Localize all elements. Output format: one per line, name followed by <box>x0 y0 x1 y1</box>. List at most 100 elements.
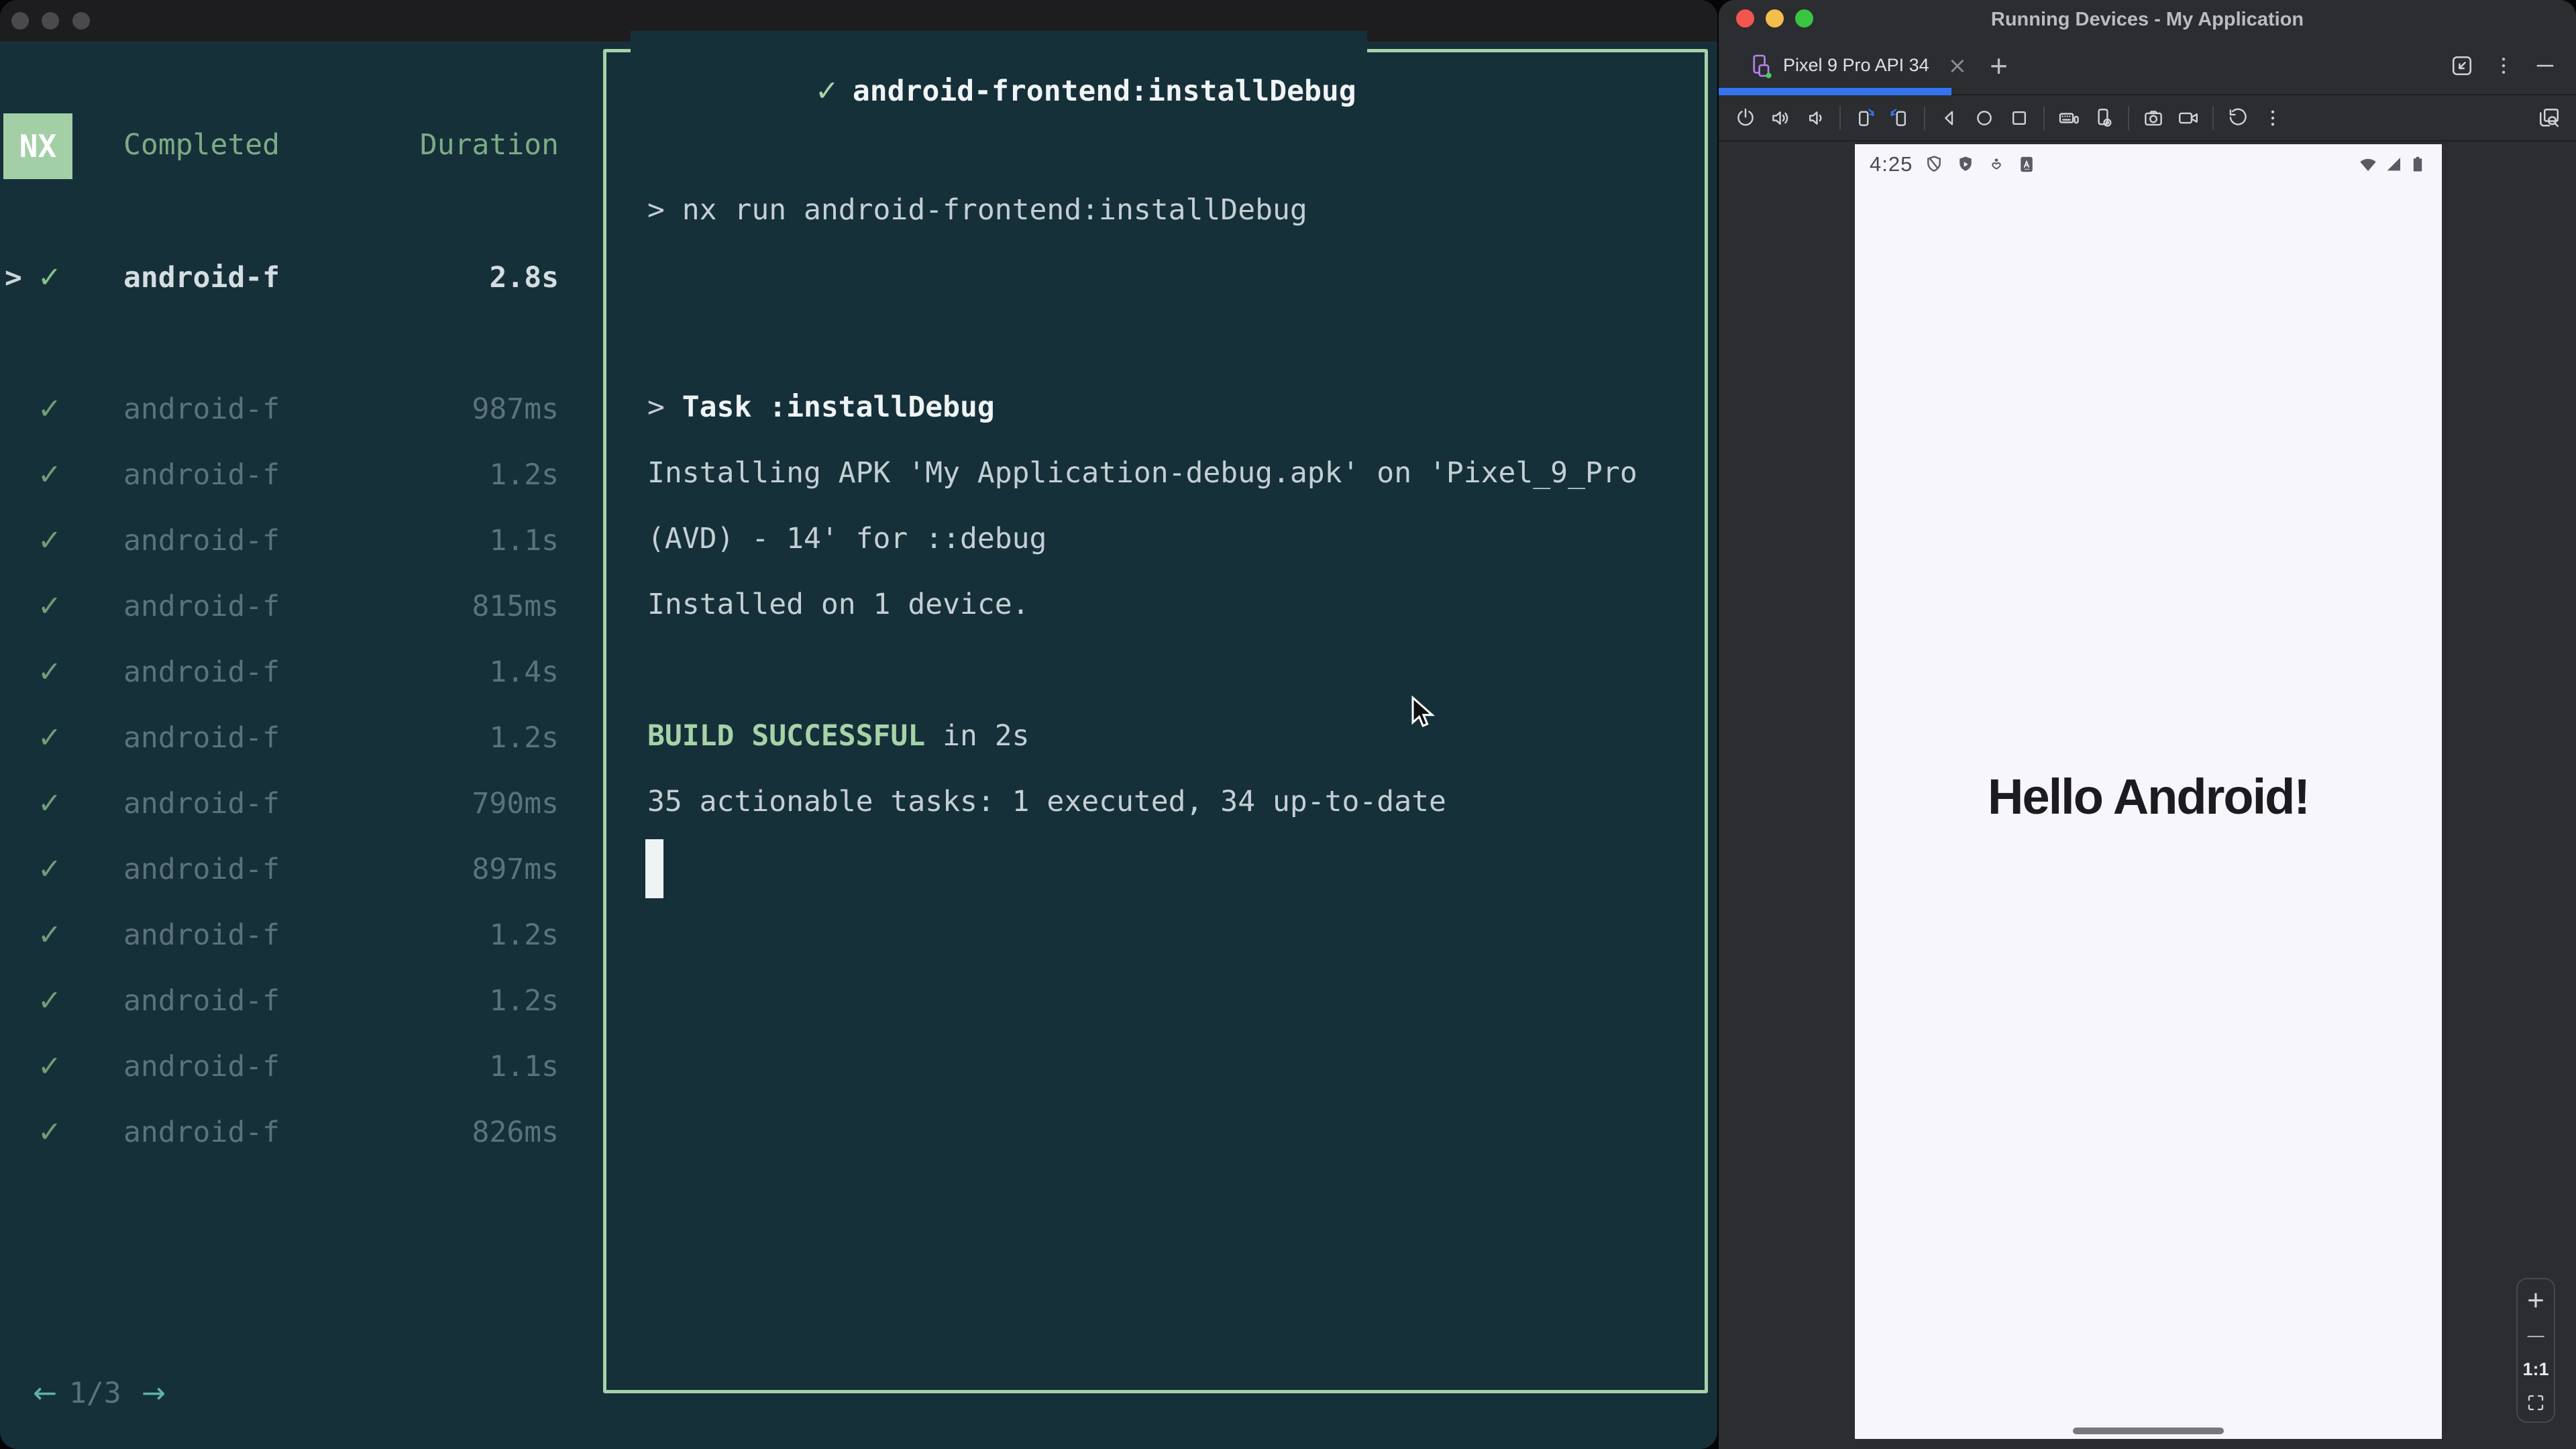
task-duration: 1.1s <box>489 1050 559 1083</box>
task-output-title: ✓ android-frontend:installDebug <box>631 31 1367 108</box>
task-duration: 1.2s <box>489 458 559 492</box>
zoom-controls: + − 1:1 <box>2516 1278 2555 1423</box>
check-icon: ✓ <box>38 1050 62 1083</box>
rotate-left-icon[interactable] <box>1847 95 1882 141</box>
task-row[interactable]: ✓ android-f 790ms <box>0 771 587 837</box>
output-line-installed: Installed on 1 device. <box>647 588 1030 621</box>
new-tab-button[interactable]: + <box>1990 48 2008 84</box>
tab-close-icon[interactable]: × <box>1948 52 1968 79</box>
hello-android-text: Hello Android! <box>1988 769 2310 824</box>
volume-up-icon[interactable] <box>1763 95 1798 141</box>
check-icon: ✓ <box>38 853 62 886</box>
check-icon: ✓ <box>38 261 62 294</box>
zoom-out-button[interactable]: − <box>2524 1323 2547 1350</box>
snapshot-reset-icon[interactable] <box>2220 95 2255 141</box>
zoom-in-button[interactable]: + <box>2527 1286 2544 1316</box>
device-status-bar: 4:25 <box>1855 148 2442 180</box>
task-duration: 1.2s <box>489 984 559 1018</box>
studio-titlebar[interactable]: Running Devices - My Application <box>1719 0 2576 37</box>
home-button-icon[interactable] <box>1967 95 2002 141</box>
task-name: android-f <box>123 261 280 294</box>
column-header-completed: Completed <box>123 128 280 162</box>
actual-size-button[interactable]: 1:1 <box>2522 1359 2548 1380</box>
task-row[interactable]: ✓ android-f 1.2s <box>0 442 587 508</box>
task-name: android-f <box>123 918 280 952</box>
layout-inspector-icon[interactable] <box>2537 106 2576 130</box>
keyboard-layout-icon <box>2017 155 2036 174</box>
check-icon: ✓ <box>38 1116 62 1149</box>
task-name: android-f <box>123 1116 280 1149</box>
terminal-cursor <box>645 839 663 898</box>
gesture-pill[interactable] <box>2073 1428 2224 1434</box>
output-line-command: > nx run android-frontend:installDebug <box>647 193 1307 227</box>
mouse-cursor <box>1407 695 1438 734</box>
task-name: android-f <box>123 655 280 689</box>
task-name: android-f <box>123 524 280 557</box>
task-row[interactable]: ✓ android-f 1.1s <box>0 1034 587 1099</box>
wellbeing-icon <box>1987 155 2006 174</box>
window-close-button[interactable] <box>11 12 29 30</box>
privacy-shield-icon <box>1924 154 1944 174</box>
page-indicator: 1/3 <box>69 1377 121 1410</box>
check-icon: ✓ <box>38 984 62 1018</box>
task-name: android-f <box>123 1050 280 1083</box>
task-duration: 987ms <box>472 392 559 426</box>
task-row[interactable]: ✓ android-f 815ms <box>0 574 587 639</box>
prev-page-arrow[interactable]: ← <box>33 1375 57 1411</box>
device-screen[interactable]: 4:25 Hello Android! <box>1855 144 2442 1439</box>
overview-button-icon[interactable] <box>2002 95 2037 141</box>
task-duration: 1.4s <box>489 655 559 689</box>
task-row[interactable]: ✓ android-f 1.2s <box>0 705 587 771</box>
task-duration: 1.1s <box>489 524 559 557</box>
next-page-arrow[interactable]: → <box>142 1375 166 1411</box>
output-line-task: > Task :installDebug <box>647 390 995 424</box>
window-title: Running Devices - My Application <box>1990 9 2304 30</box>
play-protect-icon <box>1955 154 1976 174</box>
output-line-installing-1: Installing APK 'My Application-debug.apk… <box>647 456 1638 490</box>
task-row[interactable]: ✓ android-f 1.1s <box>0 508 587 574</box>
device-tab-bar: Pixel 9 Pro API 34 × + <box>1719 37 2576 95</box>
task-duration: 1.2s <box>489 721 559 755</box>
device-phone-icon <box>1748 53 1774 78</box>
task-row[interactable]: ✓ android-f 1.2s <box>0 902 587 968</box>
wifi-icon <box>2357 154 2379 175</box>
terminal-window: NX Completed Duration > ✓ android-f 2.8s… <box>0 0 1717 1449</box>
back-button-icon[interactable] <box>1932 95 1967 141</box>
status-time: 4:25 <box>1870 152 1913 176</box>
task-row[interactable]: ✓ android-f 897ms <box>0 837 587 902</box>
power-button-icon[interactable] <box>1728 95 1763 141</box>
window-zoom-button[interactable] <box>72 12 90 30</box>
check-icon: ✓ <box>38 458 62 492</box>
task-name: android-f <box>123 458 280 492</box>
device-toolbar <box>1719 95 2576 142</box>
task-row-selected[interactable]: > ✓ android-f 2.8s <box>0 245 587 311</box>
camera-snapshot-icon[interactable] <box>2136 95 2171 141</box>
rotate-right-icon[interactable] <box>1882 95 1917 141</box>
task-row[interactable]: ✓ android-f 1.4s <box>0 639 587 705</box>
volume-down-icon[interactable] <box>1798 95 1833 141</box>
task-output-panel: ✓ android-frontend:installDebug > nx run … <box>603 31 1708 1393</box>
cellular-signal-icon <box>2383 154 2404 174</box>
more-options-icon[interactable] <box>2255 95 2290 141</box>
check-icon: ✓ <box>38 721 62 755</box>
task-row[interactable]: ✓ android-f 987ms <box>0 376 587 442</box>
more-options-icon[interactable] <box>2491 54 2516 78</box>
task-name: android-f <box>123 984 280 1018</box>
task-row[interactable]: ✓ android-f 1.2s <box>0 968 587 1034</box>
device-settings-icon[interactable] <box>2086 95 2121 141</box>
fit-to-window-icon[interactable] <box>2525 1392 2546 1413</box>
screen-record-icon[interactable] <box>2171 95 2206 141</box>
keyboard-input-icon[interactable] <box>2051 95 2086 141</box>
check-icon: ✓ <box>38 655 62 689</box>
embed-window-button[interactable] <box>2450 54 2474 78</box>
column-header-duration: Duration <box>419 128 559 162</box>
chevron-right-icon: > <box>5 261 22 294</box>
task-duration: 2.8s <box>489 261 559 294</box>
task-duration: 815ms <box>472 590 559 623</box>
task-row[interactable]: ✓ android-f 826ms <box>0 1099 587 1165</box>
tab-pixel-9-pro[interactable]: Pixel 9 Pro API 34 <box>1783 55 1929 76</box>
window-minimize-button[interactable] <box>42 12 59 30</box>
check-icon: ✓ <box>814 74 839 108</box>
check-icon: ✓ <box>38 918 62 952</box>
hide-panel-button[interactable] <box>2533 54 2557 78</box>
